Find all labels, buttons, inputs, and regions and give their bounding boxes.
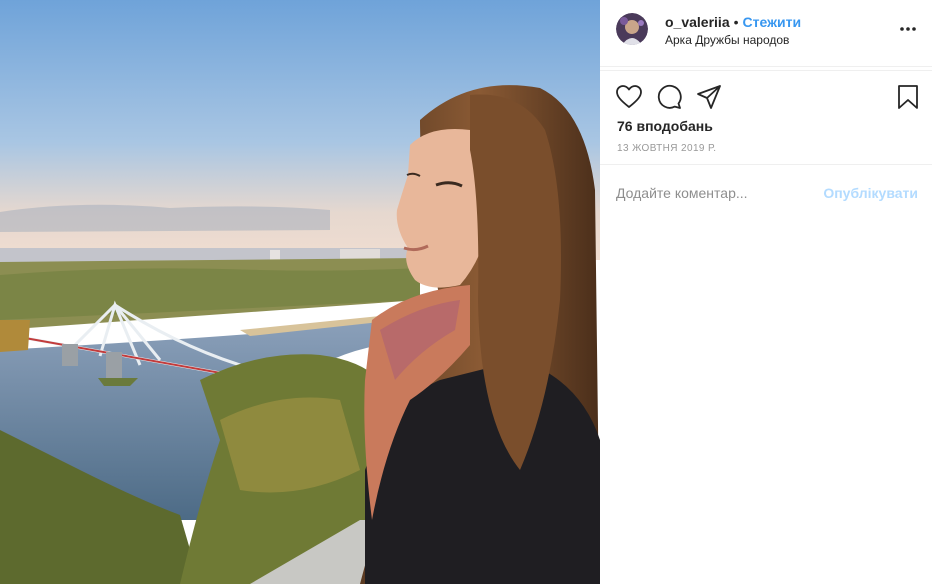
- post-date[interactable]: 13 ЖОВТНЯ 2019 Р.: [617, 143, 716, 154]
- comment-bar: Опублікувати: [600, 164, 932, 221]
- location-link[interactable]: Арка Дружбы народов: [665, 33, 789, 47]
- follow-button[interactable]: Стежити: [743, 14, 802, 30]
- share-icon[interactable]: [695, 83, 723, 111]
- comment-input[interactable]: [616, 183, 826, 203]
- comment-icon[interactable]: [655, 83, 683, 111]
- publish-button[interactable]: Опублікувати: [823, 185, 918, 201]
- post-image: [0, 0, 600, 584]
- more-options-icon[interactable]: [898, 18, 918, 38]
- separator-dot: •: [733, 14, 739, 30]
- post-photo[interactable]: [0, 0, 600, 584]
- avatar[interactable]: [616, 13, 648, 45]
- post-header: o_valeriia • Стежити Арка Дружбы народов: [600, 0, 932, 67]
- user-line: o_valeriia • Стежити: [665, 14, 801, 30]
- heart-icon[interactable]: [615, 83, 643, 111]
- bookmark-icon[interactable]: [894, 83, 922, 111]
- likes-count[interactable]: 76 вподобань: [617, 118, 713, 134]
- action-bar: [600, 70, 932, 119]
- post-panel: o_valeriia•Стежити Арка Дружбы народов: [600, 0, 932, 584]
- username-link[interactable]: o_valeriia: [665, 14, 730, 30]
